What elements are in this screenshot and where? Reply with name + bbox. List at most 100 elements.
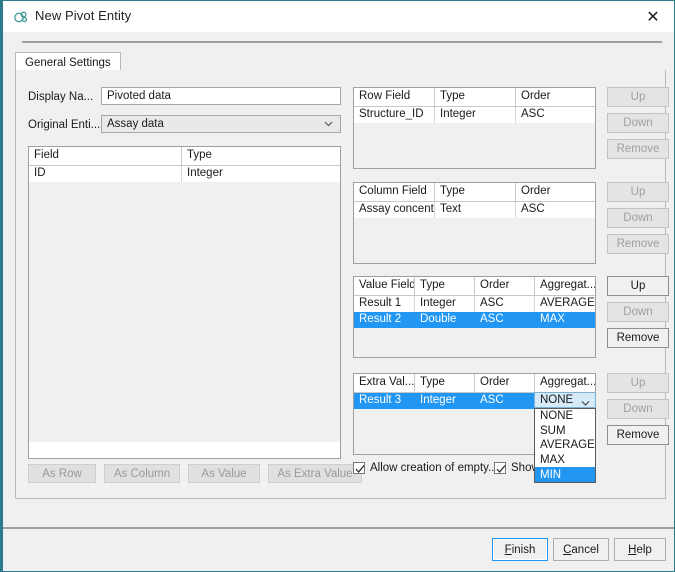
down-label: Down bbox=[623, 212, 652, 224]
row-field-table[interactable]: Row Field Type Order Structure_ID Intege… bbox=[353, 87, 596, 169]
fields-table-body: ID Integer bbox=[29, 166, 340, 182]
original-entity-select[interactable]: Assay data bbox=[101, 115, 341, 133]
row-field-up-button[interactable]: Up bbox=[607, 87, 669, 107]
help-label: Help bbox=[628, 544, 652, 556]
show-checkbox[interactable]: Show bbox=[494, 462, 540, 474]
value-field-up-button[interactable]: Up bbox=[607, 276, 669, 296]
dropdown-option-sum[interactable]: SUM bbox=[535, 424, 595, 439]
chevron-down-icon bbox=[324, 119, 333, 128]
value-field-col-type: Type bbox=[415, 277, 475, 295]
cell-aggregation: AVERAGE bbox=[535, 296, 595, 312]
dropdown-option-average[interactable]: AVERAGE bbox=[535, 438, 595, 453]
dropdown-option-none[interactable]: NONE bbox=[535, 409, 595, 424]
display-name-label: Display Na... bbox=[28, 91, 93, 103]
row-field-remove-button[interactable]: Remove bbox=[607, 139, 669, 159]
row-field-down-button[interactable]: Down bbox=[607, 113, 669, 133]
value-field-header: Value Field Type Order Aggregat... bbox=[354, 277, 595, 296]
up-label: Up bbox=[631, 91, 646, 103]
help-button[interactable]: Help bbox=[614, 538, 666, 561]
finish-button[interactable]: Finish bbox=[492, 538, 548, 561]
column-field-up-button[interactable]: Up bbox=[607, 182, 669, 202]
tab-general-settings[interactable]: General Settings bbox=[15, 52, 121, 72]
close-icon[interactable]: ✕ bbox=[632, 1, 674, 32]
original-entity-label: Original Enti... bbox=[28, 119, 100, 131]
cell-order: ASC bbox=[475, 393, 535, 409]
value-field-col-name: Value Field bbox=[354, 277, 415, 295]
extra-value-remove-button[interactable]: Remove bbox=[607, 425, 669, 445]
as-column-label: As Column bbox=[114, 468, 170, 480]
aggregation-combobox[interactable]: NONE bbox=[534, 392, 596, 408]
original-entity-value: Assay data bbox=[107, 118, 164, 130]
cell-name: Result 3 bbox=[354, 393, 415, 409]
down-label: Down bbox=[623, 403, 652, 415]
table-row[interactable]: Result 1 Integer ASC AVERAGE bbox=[354, 296, 595, 312]
remove-label: Remove bbox=[617, 332, 660, 344]
table-row[interactable]: Assay concentr... Text ASC bbox=[354, 202, 595, 218]
column-field-header: Column Field Type Order bbox=[354, 183, 595, 202]
cell-name: Result 1 bbox=[354, 296, 415, 312]
checkbox-box bbox=[494, 462, 506, 474]
column-field-col-type: Type bbox=[435, 183, 516, 201]
fields-col-field: Field bbox=[29, 147, 182, 165]
extra-value-up-button[interactable]: Up bbox=[607, 373, 669, 393]
column-field-remove-button[interactable]: Remove bbox=[607, 234, 669, 254]
cell-order: ASC bbox=[475, 296, 535, 312]
top-separator bbox=[22, 41, 662, 43]
down-label: Down bbox=[623, 306, 652, 318]
extra-value-down-button[interactable]: Down bbox=[607, 399, 669, 419]
extra-value-col-type: Type bbox=[415, 374, 475, 392]
up-label: Up bbox=[631, 280, 646, 292]
row-field-empty-area bbox=[354, 123, 595, 169]
allow-empty-checkbox[interactable]: Allow creation of empty... bbox=[353, 462, 498, 474]
as-extra-value-label: As Extra Value bbox=[277, 468, 352, 480]
display-name-input[interactable]: Pivoted data bbox=[101, 87, 341, 105]
dialog-window: New Pivot Entity ✕ General Settings Disp… bbox=[0, 0, 675, 572]
as-column-button[interactable]: As Column bbox=[104, 464, 180, 483]
dropdown-option-min[interactable]: MIN bbox=[535, 467, 595, 482]
extra-value-col-aggregation: Aggregat... bbox=[535, 374, 595, 392]
check-icon bbox=[496, 464, 506, 474]
aggregation-dropdown-list[interactable]: NONE SUM AVERAGE MAX MIN bbox=[534, 408, 596, 483]
as-extra-value-button[interactable]: As Extra Value bbox=[268, 464, 362, 483]
column-field-down-button[interactable]: Down bbox=[607, 208, 669, 228]
allow-empty-label: Allow creation of empty... bbox=[370, 462, 498, 474]
fields-table-header: Field Type bbox=[29, 147, 340, 166]
down-label: Down bbox=[623, 117, 652, 129]
column-field-table[interactable]: Column Field Type Order Assay concentr..… bbox=[353, 182, 596, 264]
display-name-value: Pivoted data bbox=[107, 90, 171, 102]
row-field-col-type: Type bbox=[435, 88, 516, 106]
row-field-body: Structure_ID Integer ASC bbox=[354, 107, 595, 123]
value-field-table[interactable]: Value Field Type Order Aggregat... Resul… bbox=[353, 276, 596, 358]
row-field-col-order: Order bbox=[516, 88, 595, 106]
window-title: New Pivot Entity bbox=[35, 8, 131, 23]
cell-type: Integer bbox=[435, 107, 516, 123]
aggregation-value: NONE bbox=[540, 394, 573, 406]
fields-col-type: Type bbox=[182, 147, 340, 165]
as-row-label: As Row bbox=[42, 468, 82, 480]
value-field-remove-button[interactable]: Remove bbox=[607, 328, 669, 348]
cancel-button[interactable]: Cancel bbox=[553, 538, 609, 561]
cell-name: Result 2 bbox=[354, 312, 415, 328]
fields-table[interactable]: Field Type ID Integer bbox=[28, 146, 341, 459]
cell-name: Assay concentr... bbox=[354, 202, 435, 218]
chevron-down-icon bbox=[581, 398, 590, 405]
value-field-body: Result 1 Integer ASC AVERAGE Result 2 Do… bbox=[354, 296, 595, 328]
table-row[interactable]: Structure_ID Integer ASC bbox=[354, 107, 595, 123]
cell-order: ASC bbox=[475, 312, 535, 328]
cell-field: ID bbox=[29, 166, 182, 182]
tab-label: General Settings bbox=[25, 57, 111, 69]
extra-value-field-header: Extra Val... Type Order Aggregat... bbox=[354, 374, 595, 393]
cell-type: Double bbox=[415, 312, 475, 328]
value-field-down-button[interactable]: Down bbox=[607, 302, 669, 322]
table-row[interactable]: Result 2 Double ASC MAX bbox=[354, 312, 595, 328]
extra-value-col-name: Extra Val... bbox=[354, 374, 415, 392]
table-row[interactable]: ID Integer bbox=[29, 166, 340, 182]
cancel-label: Cancel bbox=[563, 544, 599, 556]
cell-order: ASC bbox=[516, 107, 595, 123]
fields-table-empty-area bbox=[29, 182, 340, 442]
as-value-button[interactable]: As Value bbox=[188, 464, 260, 483]
dropdown-option-max[interactable]: MAX bbox=[535, 453, 595, 468]
as-row-button[interactable]: As Row bbox=[28, 464, 96, 483]
finish-label: Finish bbox=[505, 544, 536, 556]
cell-type: Integer bbox=[415, 393, 475, 409]
